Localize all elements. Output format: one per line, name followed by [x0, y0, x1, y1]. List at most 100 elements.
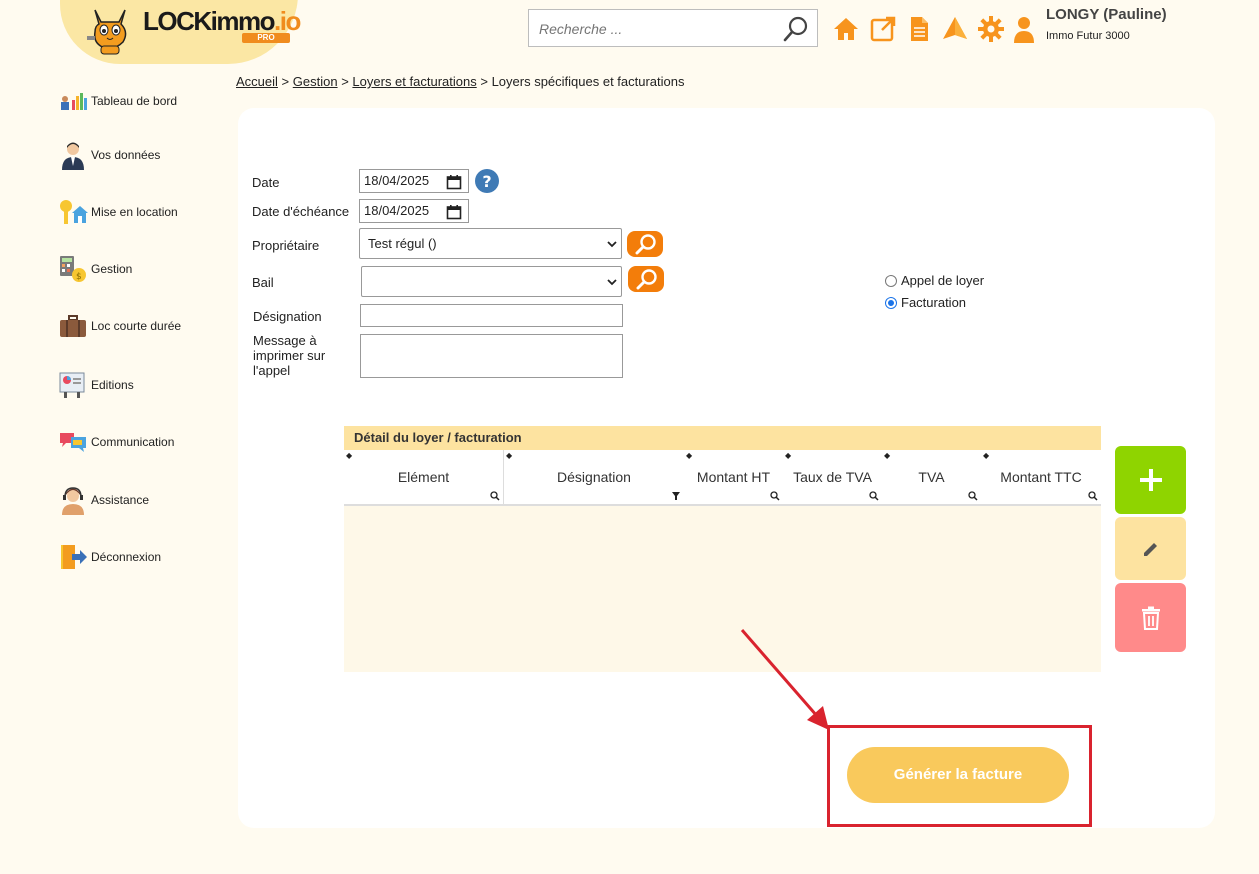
message-textarea[interactable] [360, 334, 623, 378]
column-tva[interactable]: ◆ TVA [882, 450, 981, 504]
svg-text:$: $ [76, 272, 82, 282]
dashboard-icon [61, 93, 87, 110]
date-label: Date [252, 175, 280, 190]
user-name[interactable]: LONGY (Pauline) [1046, 6, 1167, 23]
search-icon[interactable] [783, 16, 809, 42]
sidebar-item-assistance[interactable]: Assistance [58, 485, 149, 515]
support-agent-icon [62, 487, 84, 515]
sort-icon[interactable]: ◆ [686, 452, 692, 460]
report-icon [59, 372, 85, 398]
person-icon [62, 142, 84, 170]
magnifier-icon [635, 234, 656, 255]
sidebar-item-label: Tableau de bord [91, 94, 178, 108]
breadcrumb-link-accueil[interactable]: Accueil [236, 74, 278, 89]
message-label: Message à imprimer sur l'appel [253, 333, 326, 378]
sidebar-item-label: Gestion [91, 262, 133, 276]
annotation-arrow [740, 629, 829, 730]
search-box [528, 9, 818, 47]
annotation-highlight-box [827, 725, 1092, 827]
designation-input[interactable] [360, 304, 623, 327]
column-filter-icon[interactable] [671, 491, 681, 501]
plus-icon [1139, 469, 1162, 491]
chevron-down-icon [607, 279, 617, 286]
sidebar-item-editions[interactable]: Editions [58, 370, 134, 400]
add-row-button[interactable] [1115, 446, 1186, 514]
svg-text:?: ? [482, 172, 491, 191]
grid-title: Détail du loyer / facturation [344, 426, 1101, 450]
sidebar-item-loc-courte-duree[interactable]: Loc courte durée [58, 311, 181, 341]
sort-icon[interactable]: ◆ [506, 452, 512, 460]
owner-label: Propriétaire [252, 238, 320, 253]
column-taux-de-tva[interactable]: ◆ Taux de TVA [783, 450, 882, 504]
sidebar-item-label: Assistance [91, 493, 150, 507]
user-organization: Immo Futur 3000 [1046, 30, 1130, 42]
sidebar-item-label: Editions [91, 378, 134, 392]
sort-icon[interactable]: ◆ [346, 452, 352, 460]
radio-appel-de-loyer[interactable] [885, 275, 897, 287]
column-element[interactable]: ◆ Elément [344, 450, 504, 504]
radio-facturation[interactable] [885, 297, 897, 309]
breadcrumb: Accueil > Gestion > Loyers et facturatio… [236, 74, 685, 89]
lease-select[interactable] [361, 266, 622, 297]
sort-icon[interactable]: ◆ [884, 452, 890, 460]
grid-body [344, 506, 1101, 672]
gear-icon[interactable] [977, 15, 1005, 43]
column-search-icon[interactable] [770, 491, 780, 501]
logout-icon [61, 545, 87, 569]
designation-label: Désignation [253, 309, 322, 324]
suitcase-icon [60, 315, 86, 337]
pencil-icon [1143, 542, 1157, 556]
breadcrumb-link-gestion[interactable]: Gestion [293, 74, 338, 89]
calendar-icon[interactable] [446, 204, 462, 220]
magnifier-icon [636, 269, 657, 290]
sidebar-item-communication[interactable]: Communication [58, 427, 174, 457]
sidebar-item-label: Communication [91, 435, 175, 449]
calendar-icon[interactable] [446, 174, 462, 190]
breadcrumb-link-loyers-facturations[interactable]: Loyers et facturations [352, 74, 476, 89]
external-link-icon[interactable] [869, 15, 897, 43]
lease-label: Bail [252, 275, 274, 290]
calculator-money-icon: $ [60, 256, 86, 282]
sidebar-item-deconnexion[interactable]: Déconnexion [58, 542, 161, 572]
column-search-icon[interactable] [968, 491, 978, 501]
sidebar-item-label: Loc courte durée [91, 319, 182, 333]
column-montant-ht[interactable]: ◆ Montant HT [684, 450, 783, 504]
column-search-icon[interactable] [1088, 491, 1098, 501]
due-date-label: Date d'échéance [252, 204, 350, 219]
sort-icon[interactable]: ◆ [983, 452, 989, 460]
sidebar-item-label: Déconnexion [91, 550, 162, 564]
sidebar-item-mise-en-location[interactable]: Mise en location [58, 197, 178, 227]
chat-bubbles-icon [60, 433, 86, 452]
column-search-icon[interactable] [869, 491, 879, 501]
alert-triangle-icon[interactable] [941, 15, 969, 43]
column-designation[interactable]: ◆ Désignation [504, 450, 684, 504]
search-input[interactable] [537, 18, 781, 40]
edit-row-button[interactable] [1115, 517, 1186, 580]
owner-select[interactable]: Test régul () [359, 228, 622, 259]
column-search-icon[interactable] [490, 491, 500, 501]
radio-label-appel-de-loyer[interactable]: Appel de loyer [901, 273, 984, 288]
document-icon[interactable] [905, 15, 933, 43]
sidebar-item-vos-donnees[interactable]: Vos données [58, 140, 160, 170]
cat-mascot-icon [87, 9, 127, 55]
sidebar-item-tableau-de-bord[interactable]: Tableau de bord [58, 86, 177, 116]
chevron-down-icon [607, 241, 617, 248]
user-icon[interactable] [1011, 15, 1039, 43]
breadcrumb-current: Loyers spécifiques et facturations [491, 74, 685, 89]
home-icon[interactable] [832, 15, 860, 43]
delete-row-button[interactable] [1115, 583, 1186, 652]
help-icon[interactable]: ? [475, 169, 499, 193]
radio-label-facturation[interactable]: Facturation [901, 295, 966, 310]
grid-header: ◆ Elément ◆ Désignation ◆ Montant HT ◆ T… [344, 450, 1101, 506]
key-house-icon [60, 200, 88, 224]
sort-icon[interactable]: ◆ [785, 452, 791, 460]
due-date-field[interactable]: 18/04/2025 [359, 199, 469, 223]
column-montant-ttc[interactable]: ◆ Montant TTC [981, 450, 1101, 504]
logo-pro-badge: PRO [242, 33, 290, 43]
trash-icon [1141, 606, 1160, 630]
lease-search-button[interactable] [628, 266, 664, 292]
date-field[interactable]: 18/04/2025 [359, 169, 469, 193]
sidebar-item-label: Vos données [91, 148, 161, 162]
sidebar-item-gestion[interactable]: $ Gestion [58, 254, 132, 284]
owner-search-button[interactable] [627, 231, 663, 257]
